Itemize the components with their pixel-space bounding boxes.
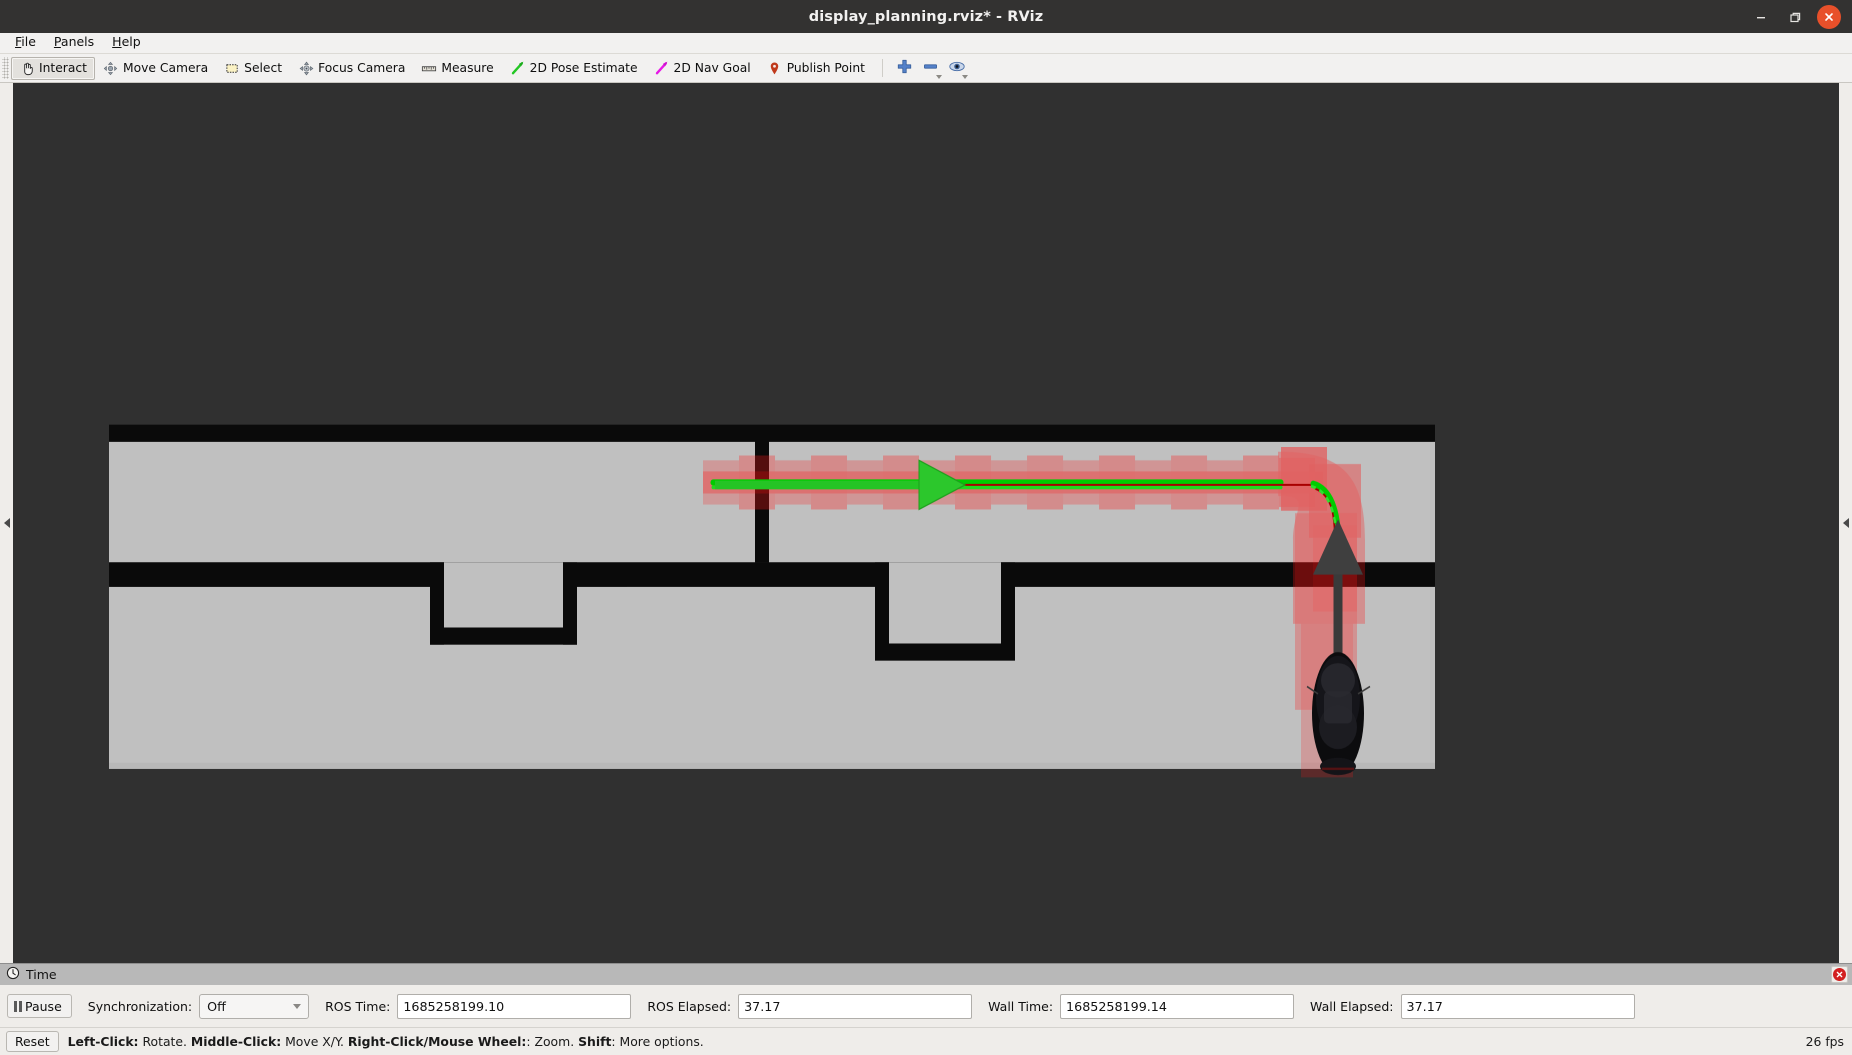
center-area xyxy=(0,83,1852,963)
wall-elapsed-field[interactable]: 37.17 xyxy=(1400,993,1635,1019)
toolbar-drag-handle[interactable] xyxy=(2,57,9,79)
time-panel-header: Time xyxy=(0,963,1852,985)
status-bar: Reset Left-Click: Rotate. Middle-Click: … xyxy=(0,1027,1852,1055)
plus-icon xyxy=(896,58,913,79)
title-bar: display_planning.rviz* - RViz xyxy=(0,0,1852,33)
free-space-lower xyxy=(109,586,1435,769)
remove-tool-button[interactable] xyxy=(918,56,944,80)
tool-focus-camera[interactable]: Focus Camera xyxy=(290,57,413,80)
map-scene xyxy=(13,83,1839,963)
green-arrow-icon xyxy=(510,60,526,76)
mouse-hint-text: Left-Click: Rotate. Middle-Click: Move X… xyxy=(68,1034,704,1049)
hint-bold-3: Shift xyxy=(578,1034,612,1049)
wall-bay-right xyxy=(1001,562,1015,659)
ros-time-label: ROS Time: xyxy=(325,998,391,1014)
map-pin-icon xyxy=(767,60,783,76)
menu-panels-label: anels xyxy=(60,34,95,50)
chevron-down-icon xyxy=(293,1004,302,1009)
tool-interact-label: Interact xyxy=(39,61,87,75)
time-panel-title: Time xyxy=(26,967,57,982)
tool-measure-label: Measure xyxy=(441,61,494,75)
menu-help-label: elp xyxy=(121,34,141,50)
reset-button[interactable]: Reset xyxy=(6,1031,59,1052)
tool-2d-pose-estimate[interactable]: 2D Pose Estimate xyxy=(502,57,646,80)
selection-rectangle-icon xyxy=(224,60,240,76)
close-button[interactable] xyxy=(1814,2,1844,32)
wall-elapsed-label: Wall Elapsed: xyxy=(1310,998,1394,1014)
tool-select-label: Select xyxy=(244,61,283,75)
toolbar-separator xyxy=(881,59,883,77)
wall-time-label: Wall Time: xyxy=(988,998,1054,1014)
close-icon xyxy=(1817,4,1841,29)
wall-time-field[interactable]: 1685258199.14 xyxy=(1060,993,1295,1019)
magenta-arrow-icon xyxy=(654,60,670,76)
right-panel-splitter[interactable] xyxy=(1839,83,1852,963)
menu-panels[interactable]: Panels xyxy=(46,34,102,52)
focus-camera-icon xyxy=(298,60,314,76)
hint-text-3: : More options. xyxy=(611,1034,704,1049)
move-camera-icon xyxy=(103,60,119,76)
pause-button[interactable]: Pause xyxy=(7,994,72,1018)
tool-2d-nav-goal[interactable]: 2D Nav Goal xyxy=(646,57,759,80)
synchronization-value: Off xyxy=(207,998,226,1014)
menu-help[interactable]: Help xyxy=(104,34,149,52)
fps-counter: 26 fps xyxy=(1805,1034,1844,1049)
reset-button-label: Reset xyxy=(15,1034,50,1049)
tool-publish-point[interactable]: Publish Point xyxy=(759,57,873,80)
menu-file[interactable]: File xyxy=(7,34,44,52)
add-tool-button[interactable] xyxy=(892,56,918,80)
minimize-button[interactable] xyxy=(1746,2,1776,32)
chevron-down-icon[interactable] xyxy=(935,75,942,79)
hint-bold-0: Left-Click: xyxy=(67,1034,139,1049)
tool-move-camera-label: Move Camera xyxy=(122,61,209,75)
tool-move-camera[interactable]: Move Camera xyxy=(95,57,216,80)
window-title: display_planning.rviz* - RViz xyxy=(808,8,1044,25)
tool-2d-pose-estimate-label: 2D Pose Estimate xyxy=(529,61,638,75)
render-viewport-3d[interactable] xyxy=(13,83,1839,963)
panel-close-icon xyxy=(1833,968,1846,981)
free-space-upper-left xyxy=(109,441,755,563)
left-panel-splitter[interactable] xyxy=(0,83,13,963)
tool-2d-nav-goal-label: 2D Nav Goal xyxy=(673,61,751,75)
wall-bay-bottom xyxy=(875,643,1015,661)
hint-bold-2: Right-Click/Mouse Wheel: xyxy=(347,1034,527,1049)
menu-file-label: ile xyxy=(21,34,36,50)
hint-bold-1: Middle-Click: xyxy=(190,1034,282,1049)
collapse-right-panel-arrow[interactable] xyxy=(1842,518,1849,528)
tool-publish-point-label: Publish Point xyxy=(786,61,865,75)
tool-measure[interactable]: Measure xyxy=(413,57,501,80)
maximize-button[interactable] xyxy=(1780,2,1810,32)
ros-time-field[interactable]: 1685258199.10 xyxy=(397,993,632,1019)
hint-text-0: Rotate. xyxy=(138,1034,191,1049)
tool-bar: Interact Move Camera Select Focus Camera… xyxy=(0,54,1852,83)
synchronization-label: Synchronization: xyxy=(87,998,193,1014)
hint-text-2: : Zoom. xyxy=(526,1034,579,1049)
hint-text-1: Move X/Y. xyxy=(281,1034,348,1049)
tool-focus-camera-label: Focus Camera xyxy=(318,61,406,75)
ros-elapsed-label: ROS Elapsed: xyxy=(647,998,732,1014)
collapse-left-panel-arrow[interactable] xyxy=(3,518,10,528)
pause-button-label: Pause xyxy=(25,998,62,1014)
tool-select[interactable]: Select xyxy=(216,57,290,80)
hand-cursor-icon xyxy=(19,60,35,76)
synchronization-select[interactable]: Off xyxy=(199,993,310,1019)
clock-icon xyxy=(6,965,20,984)
visibility-button[interactable] xyxy=(944,56,970,80)
rviz-window: display_planning.rviz* - RViz File Panel… xyxy=(0,0,1852,1055)
time-panel-body: Pause Synchronization: Off ROS Time: 168… xyxy=(0,985,1852,1027)
ruler-icon xyxy=(421,60,437,76)
tool-interact[interactable]: Interact xyxy=(11,56,95,80)
time-panel-close-button[interactable] xyxy=(1831,966,1848,983)
window-controls xyxy=(1746,0,1844,33)
chevron-down-icon[interactable] xyxy=(961,75,968,79)
ros-elapsed-field[interactable]: 37.17 xyxy=(738,993,973,1019)
menu-bar: File Panels Help xyxy=(0,33,1852,54)
pause-icon xyxy=(14,1000,22,1012)
